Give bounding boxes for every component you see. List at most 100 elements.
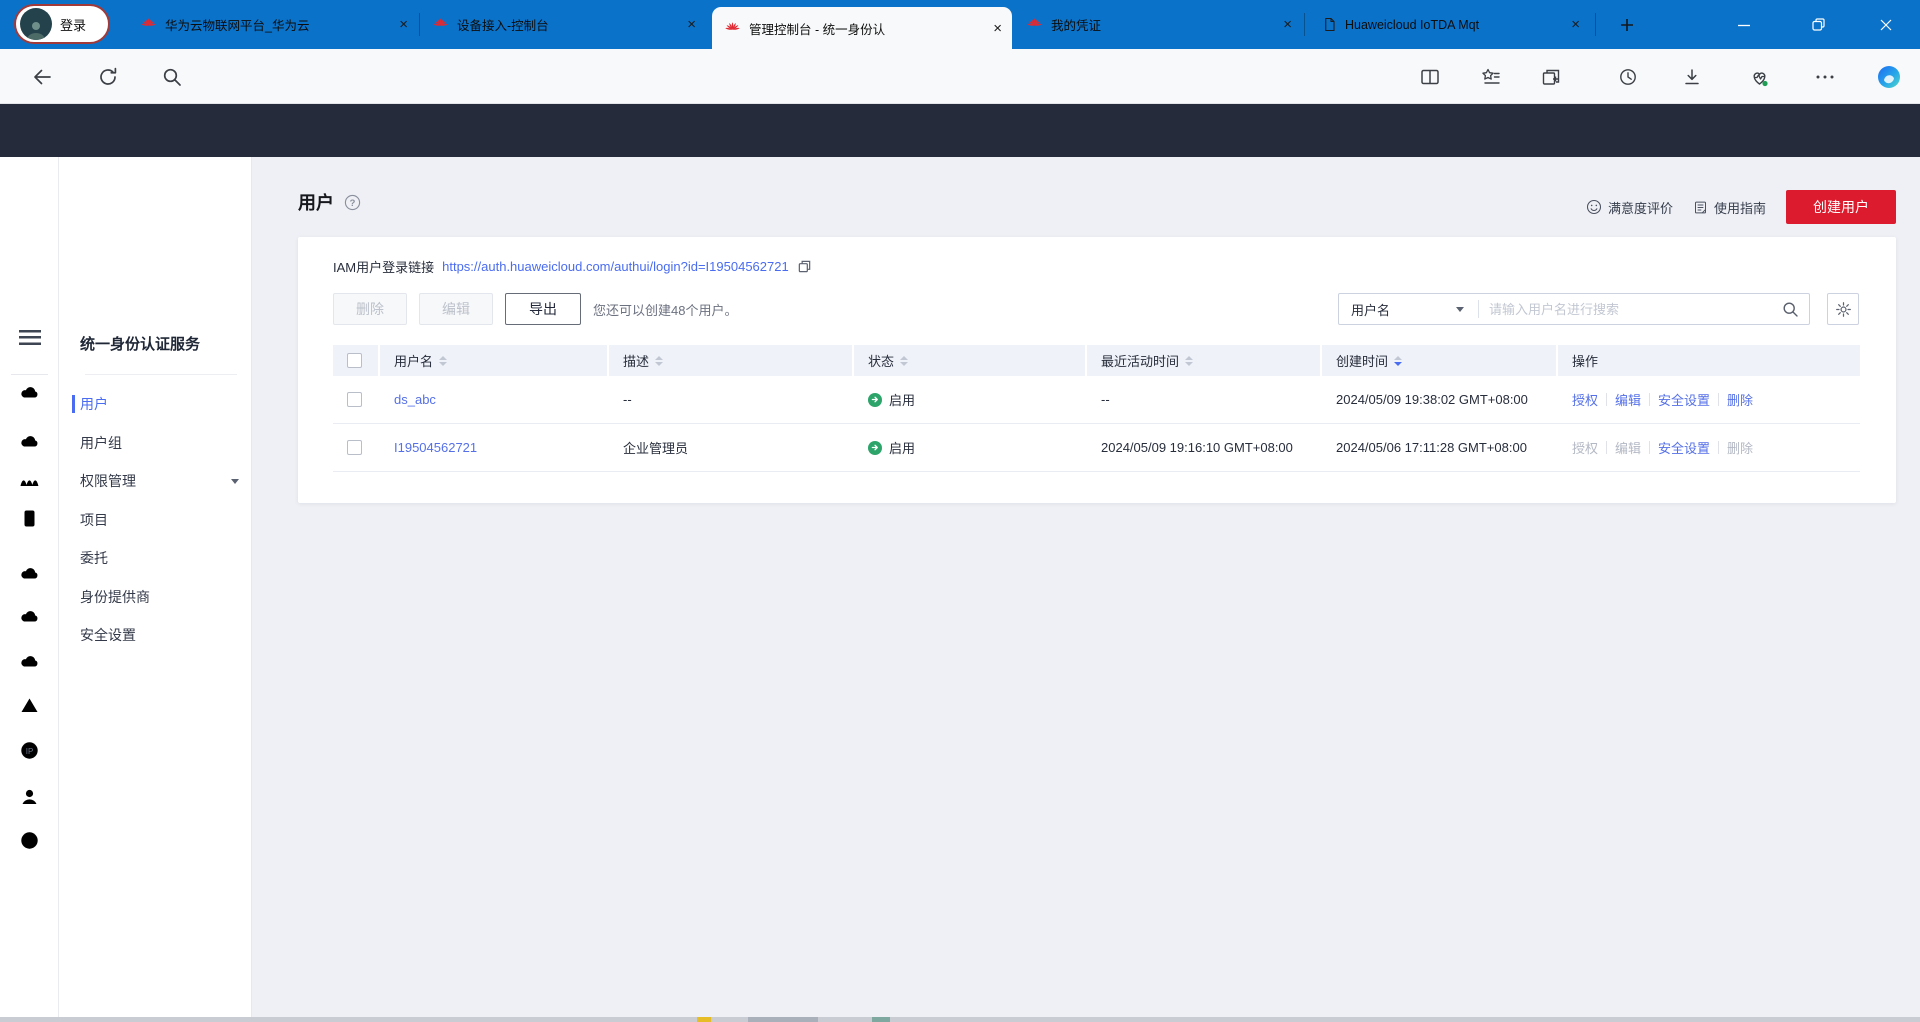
select-all-checkbox[interactable]: [347, 353, 362, 368]
split-screen-icon[interactable]: [1420, 67, 1440, 87]
help-circle-icon[interactable]: ?: [344, 194, 361, 211]
tab-close-icon[interactable]: ×: [687, 17, 696, 32]
col-description[interactable]: 描述: [623, 351, 649, 370]
users-icon[interactable]: [18, 785, 41, 808]
tab-close-icon[interactable]: ×: [1571, 17, 1580, 32]
gear-icon: [1835, 301, 1852, 318]
cloud-upload-icon[interactable]: [18, 605, 41, 628]
export-button[interactable]: 导出: [505, 293, 581, 325]
copy-icon[interactable]: [797, 259, 812, 274]
sidebar-item-security-settings[interactable]: 安全设置: [59, 616, 251, 655]
cloud-sync-icon[interactable]: [18, 650, 41, 673]
delete-button[interactable]: 删除: [333, 293, 407, 325]
delete-action[interactable]: 删除: [1727, 438, 1753, 457]
feedback-link[interactable]: 满意度评价: [1586, 198, 1673, 217]
col-created[interactable]: 创建时间: [1336, 351, 1388, 370]
browser-essentials-icon[interactable]: [1749, 67, 1770, 88]
tab-device-access[interactable]: 设备接入-控制台 ×: [420, 0, 706, 49]
separator: [1606, 441, 1607, 454]
row-checkbox[interactable]: [347, 392, 362, 407]
separator: [1718, 393, 1719, 406]
sidebar-item-user-groups[interactable]: 用户组: [59, 424, 251, 463]
tab-close-icon[interactable]: ×: [399, 17, 408, 32]
window-restore-button[interactable]: [1795, 0, 1841, 49]
huawei-favicon: [1026, 16, 1043, 33]
quota-hint: 您还可以创建48个用户。: [593, 300, 737, 319]
more-options-icon[interactable]: [1815, 71, 1835, 83]
sort-icon[interactable]: [655, 356, 663, 366]
collections-icon[interactable]: [1541, 67, 1561, 87]
table-toolbar: 删除 编辑 导出 您还可以创建48个用户。: [333, 293, 737, 325]
sidebar-item-permissions[interactable]: 权限管理: [59, 462, 251, 501]
sidebar-item-agencies[interactable]: 委托: [59, 539, 251, 578]
create-user-button[interactable]: 创建用户: [1786, 190, 1896, 224]
tab-close-icon[interactable]: ×: [1283, 17, 1292, 32]
svg-text:IP: IP: [26, 747, 34, 756]
table-settings-button[interactable]: [1827, 293, 1859, 325]
sort-icon[interactable]: [439, 356, 447, 366]
cloud-console-icon[interactable]: [18, 381, 41, 404]
history-icon[interactable]: [1618, 67, 1638, 87]
iam-login-link[interactable]: https://auth.huaweicloud.com/authui/logi…: [442, 259, 789, 274]
new-tab-button[interactable]: [1604, 0, 1650, 49]
rail-divider: [11, 374, 48, 375]
globe-network-icon[interactable]: [18, 829, 41, 852]
refresh-icon[interactable]: [97, 66, 119, 88]
user-name-link[interactable]: ds_abc: [394, 392, 436, 407]
filter-select[interactable]: 用户名: [1339, 294, 1478, 324]
edit-action[interactable]: 编辑: [1615, 390, 1641, 409]
copilot-icon[interactable]: [1876, 64, 1902, 90]
edit-action[interactable]: 编辑: [1615, 438, 1641, 457]
security-settings-action[interactable]: 安全设置: [1658, 390, 1710, 409]
user-name-link[interactable]: I19504562721: [394, 440, 477, 455]
sidebar-item-projects[interactable]: 项目: [59, 501, 251, 540]
col-last-activity[interactable]: 最近活动时间: [1101, 351, 1179, 370]
paper-plane-icon[interactable]: [18, 695, 41, 718]
user-description: --: [623, 392, 632, 407]
authorize-action[interactable]: 授权: [1572, 390, 1598, 409]
sidebar-item-label: 身份提供商: [80, 587, 150, 607]
col-status[interactable]: 状态: [868, 351, 894, 370]
waves-icon[interactable]: [18, 470, 41, 493]
huawei-favicon: [140, 16, 157, 33]
document-favicon: [1322, 17, 1337, 32]
user-search-input[interactable]: [1479, 302, 1778, 317]
search-icon[interactable]: [161, 66, 183, 88]
cloud-icon[interactable]: [18, 562, 41, 585]
status-enabled-icon: [868, 441, 882, 455]
window-close-button[interactable]: [1863, 0, 1909, 49]
ip-address-icon[interactable]: IP: [18, 739, 41, 762]
tab-credentials[interactable]: 我的凭证 ×: [1014, 0, 1302, 49]
device-icon[interactable]: [18, 507, 41, 530]
tab-close-icon[interactable]: ×: [993, 21, 1002, 36]
downloads-icon[interactable]: [1682, 67, 1702, 87]
guide-link[interactable]: 使用指南: [1693, 198, 1766, 217]
sidebar-item-label: 项目: [80, 510, 108, 530]
tab-console-iam[interactable]: 管理控制台 - 统一身份认 ×: [712, 7, 1012, 49]
close-icon: [1879, 18, 1893, 32]
sort-icon[interactable]: [900, 356, 908, 366]
delete-action[interactable]: 删除: [1727, 390, 1753, 409]
search-icon[interactable]: [1782, 301, 1799, 318]
security-settings-action[interactable]: 安全设置: [1658, 438, 1710, 457]
sort-icon[interactable]: [1185, 356, 1193, 366]
created-time: 2024/05/06 17:11:28 GMT+08:00: [1336, 440, 1527, 455]
edit-button[interactable]: 编辑: [419, 293, 493, 325]
row-checkbox[interactable]: [347, 440, 362, 455]
sidebar-item-identity-providers[interactable]: 身份提供商: [59, 578, 251, 617]
authorize-action[interactable]: 授权: [1572, 438, 1598, 457]
browser-profile-button[interactable]: 登录: [14, 4, 110, 44]
sort-icon[interactable]: [1394, 356, 1402, 366]
cloud-server-icon[interactable]: [18, 430, 41, 453]
taskbar-peek: [0, 1017, 1920, 1022]
restore-icon: [1811, 17, 1826, 32]
sidebar-item-users[interactable]: 用户: [59, 385, 251, 424]
col-username[interactable]: 用户名: [394, 351, 433, 370]
tab-iotda-mqtt[interactable]: Huaweicloud IoTDA Mqt ×: [1310, 0, 1590, 49]
hamburger-menu-icon[interactable]: [19, 330, 41, 345]
tab-iot-platform[interactable]: 华为云物联网平台_华为云 ×: [128, 0, 418, 49]
window-minimize-button[interactable]: [1721, 0, 1767, 49]
sidebar-menu: 用户 用户组 权限管理 项目 委托 身份提供商 安全设置: [59, 385, 251, 655]
favorites-bar-icon[interactable]: [1481, 67, 1501, 87]
back-icon[interactable]: [31, 66, 53, 88]
